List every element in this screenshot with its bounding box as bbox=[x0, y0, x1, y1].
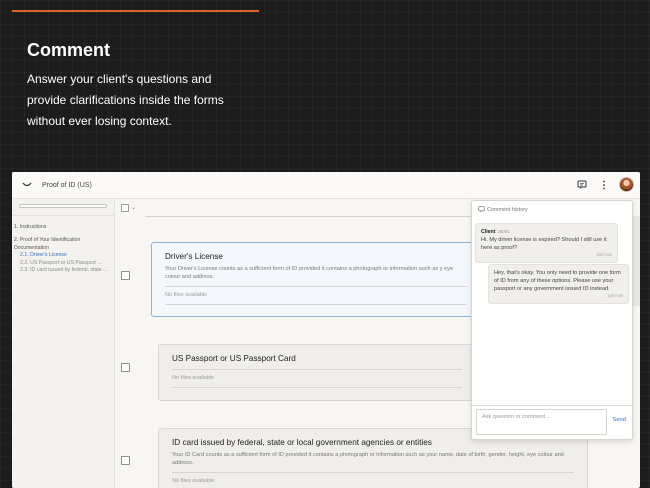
top-bar: Proof of ID (US) bbox=[12, 172, 640, 199]
send-button[interactable]: Send bbox=[612, 417, 626, 423]
avatar[interactable] bbox=[619, 177, 634, 192]
card-description: Your Driver's License counts as a suffic… bbox=[165, 266, 454, 280]
comment-popover: Comment history Client J8091 Hi. My drive… bbox=[471, 200, 633, 440]
comment-composer: Ask question or comment... Send bbox=[472, 405, 632, 439]
comment-reply: Hey, that's okay. You only need to provi… bbox=[488, 264, 629, 304]
sidebar-item-proof-of-identification[interactable]: 2. Proof of Your Identification Document… bbox=[14, 237, 114, 252]
sidebar-item-instructions[interactable]: 1. Instructions bbox=[14, 224, 114, 231]
card-description: Your ID Card counts as a sufficient form… bbox=[172, 452, 564, 466]
more-vertical-icon[interactable] bbox=[597, 178, 611, 192]
comment-text: Hey, that's okay. You only need to provi… bbox=[494, 270, 621, 292]
drivers-license-checkbox[interactable] bbox=[121, 271, 130, 280]
us-passport-checkbox[interactable] bbox=[121, 363, 130, 372]
files-status: No files available bbox=[172, 472, 574, 488]
sidebar-nav: 1. Instructions 2. Proof of Your Identif… bbox=[12, 216, 114, 274]
sidebar-item-drivers-license[interactable]: 2.1. Driver's License bbox=[14, 252, 114, 259]
hero-title: Comment bbox=[27, 40, 111, 60]
comment-author-id: J8091 bbox=[497, 229, 510, 234]
hero-description: Answer your client's questions and provi… bbox=[27, 72, 224, 128]
sidebar-item-us-passport[interactable]: 2.2. US Passport or US Passport ... bbox=[14, 260, 114, 267]
comment-input[interactable]: Ask question or comment... bbox=[476, 409, 607, 435]
sidebar: 1. Instructions 2. Proof of Your Identif… bbox=[12, 199, 115, 488]
section-divider bbox=[145, 216, 475, 217]
comment-time: just now bbox=[596, 252, 612, 257]
app-window: Proof of ID (US) 1. Instructions 2. Proo… bbox=[12, 172, 640, 488]
scrollbar[interactable] bbox=[633, 216, 640, 306]
progress-bar bbox=[19, 204, 107, 208]
drivers-license-card[interactable]: Driver's License Your Driver's License c… bbox=[151, 242, 481, 317]
card-title: Driver's License bbox=[165, 252, 223, 261]
comment-history-header: Comment history bbox=[472, 201, 632, 219]
accent-line bbox=[12, 10, 259, 12]
sidebar-item-id-card[interactable]: 2.3. ID card issued by federal, state ..… bbox=[14, 267, 114, 274]
chevron-down-icon[interactable] bbox=[20, 178, 34, 192]
files-status: No files available bbox=[165, 286, 467, 305]
card-title: US Passport or US Passport Card bbox=[172, 354, 296, 363]
id-card-checkbox[interactable] bbox=[121, 456, 130, 465]
comment-icon[interactable] bbox=[575, 178, 589, 192]
comment-time: just now bbox=[607, 293, 623, 298]
files-status: No files available bbox=[172, 369, 462, 388]
chevron-down-icon[interactable]: ⌄ bbox=[131, 204, 136, 211]
comment-icon bbox=[478, 205, 485, 215]
us-passport-card[interactable]: US Passport or US Passport Card No files… bbox=[158, 344, 476, 401]
document-title: Proof of ID (US) bbox=[42, 181, 92, 189]
select-all-checkbox[interactable] bbox=[121, 203, 129, 212]
comment-message: Client J8091 Hi. My driver license is exp… bbox=[475, 223, 618, 263]
comment-text: Hi. My driver license is expired? Should… bbox=[481, 237, 607, 251]
comment-author: Client bbox=[481, 229, 496, 235]
comment-history-title: Comment history bbox=[487, 207, 528, 213]
